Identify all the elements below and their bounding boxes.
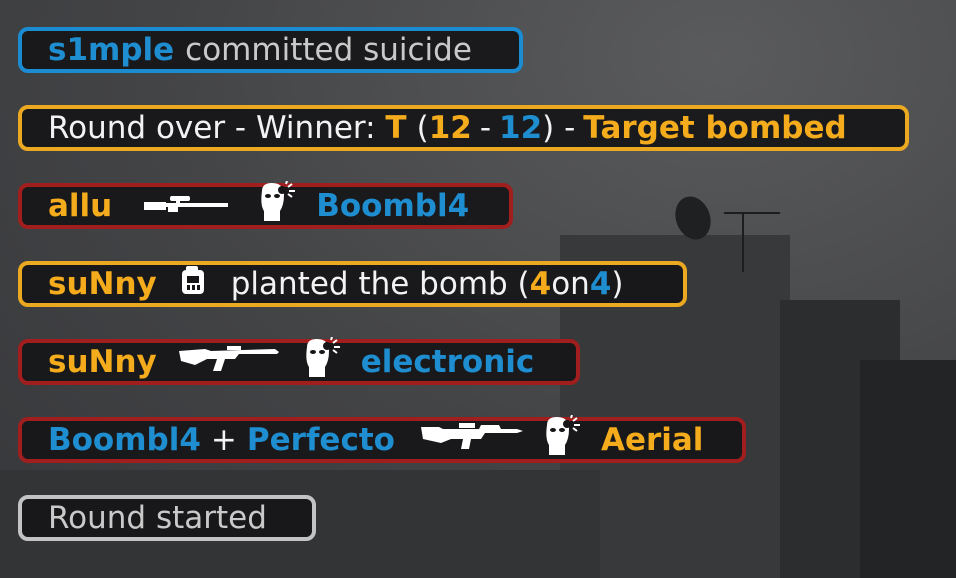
assist-plus: + — [210, 422, 237, 458]
t-count: 4 — [529, 266, 552, 302]
event-text: planted the bomb ( — [230, 266, 530, 302]
m4-rifle-icon — [419, 419, 525, 461]
victim-name: electronic — [360, 344, 535, 380]
headshot-icon — [256, 180, 302, 231]
awp-sniper-icon — [142, 188, 230, 224]
assister-name: Perfecto — [246, 422, 395, 458]
feed-entry-kill: allu Boombl4 — [18, 180, 513, 231]
round-end-reason: Target bombed — [583, 110, 847, 146]
event-text: committed suicide — [185, 32, 472, 68]
player-name: s1mple — [48, 32, 175, 68]
feed-entry-kill-assist: Boombl4 + Perfecto Aerial — [18, 414, 746, 465]
winner-team: T — [385, 110, 407, 146]
score-t: 12 — [428, 110, 472, 146]
victim-name: Boombl4 — [316, 188, 470, 224]
feed-entry-suicide: s1mple committed suicide — [18, 27, 523, 73]
attacker-name: suNny — [48, 344, 157, 380]
headshot-icon — [301, 336, 347, 387]
c4-bomb-icon — [179, 264, 209, 304]
feed-entry-kill: suNny electronic — [18, 336, 580, 387]
attacker-name: allu — [48, 188, 113, 224]
victim-name: Aerial — [600, 422, 704, 458]
feed-entry-bomb-plant: suNny planted the bomb ( 4 on 4 ) — [18, 261, 687, 307]
versus-text: on — [551, 266, 590, 302]
ak47-rifle-icon — [177, 341, 281, 383]
feed-entry-round-started: Round started — [18, 495, 316, 541]
attacker-name: Boombl4 — [48, 422, 201, 458]
feed-entry-round-over: Round over - Winner: T ( 12 - 12 ) - Tar… — [18, 105, 909, 151]
player-name: suNny — [48, 266, 157, 302]
event-text: Round over - Winner: — [48, 110, 386, 146]
ct-count: 4 — [589, 266, 612, 302]
score-ct: 12 — [499, 110, 543, 146]
headshot-icon — [541, 414, 587, 465]
event-text: Round started — [48, 500, 267, 536]
